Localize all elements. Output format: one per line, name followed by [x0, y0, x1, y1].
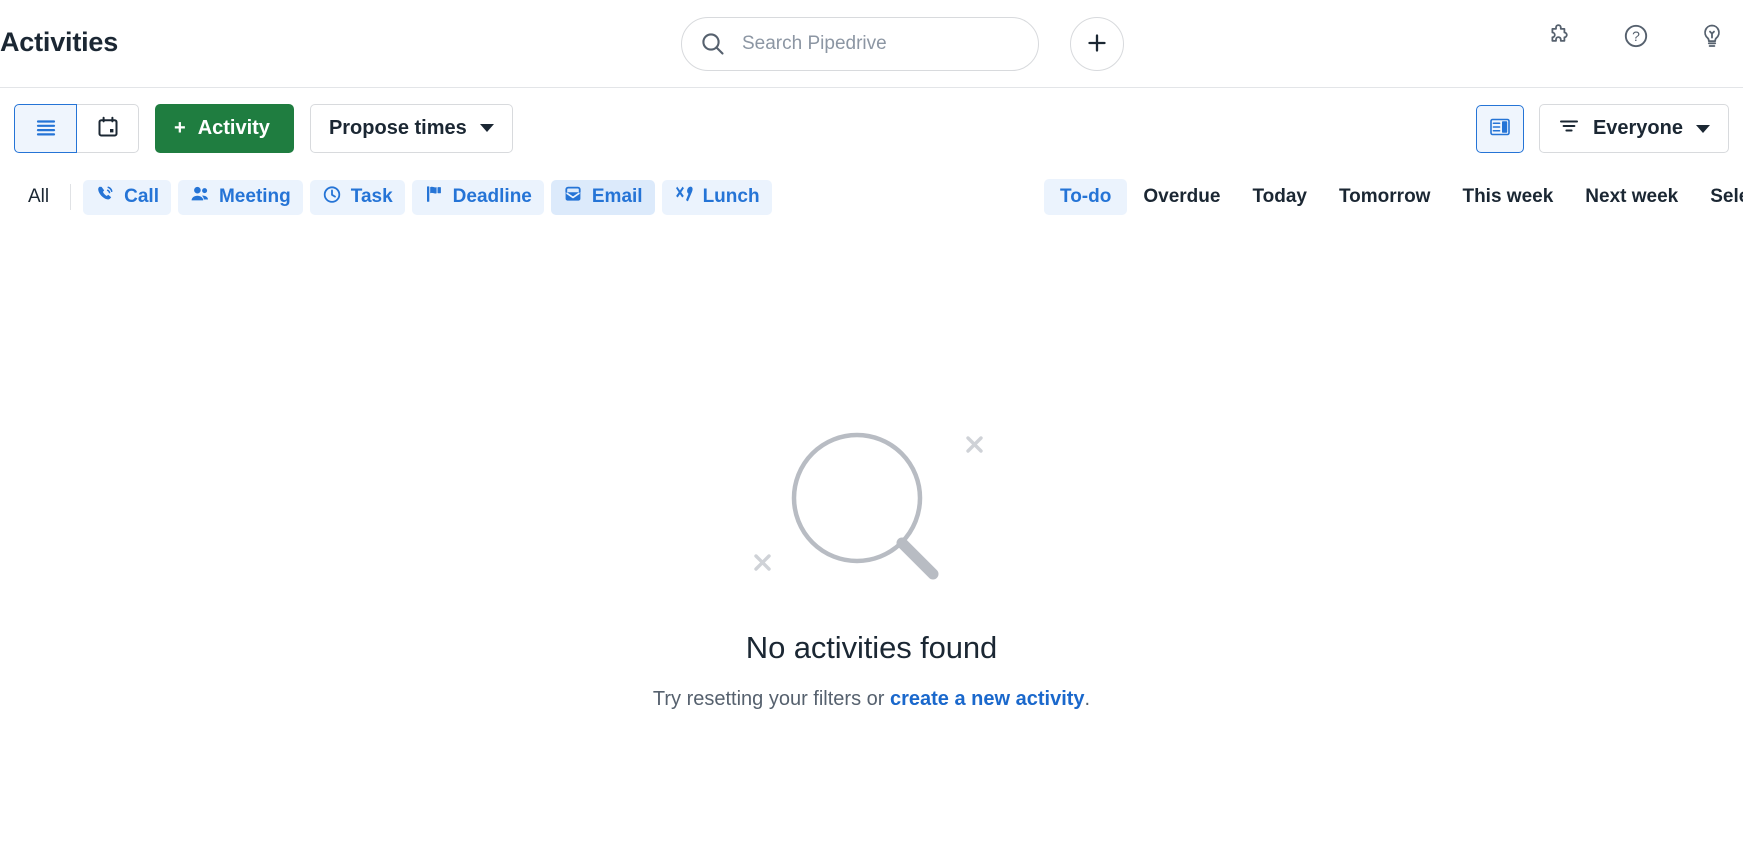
- period-tab-today[interactable]: Today: [1236, 179, 1323, 215]
- add-activity-plus: +: [174, 116, 186, 139]
- search-icon: [700, 31, 726, 57]
- add-activity-label: Activity: [197, 116, 270, 139]
- toolbar: + Activity Propose times Everyone: [0, 88, 1743, 168]
- svg-text:?: ?: [1632, 28, 1640, 44]
- period-tab-this-week[interactable]: This week: [1446, 179, 1569, 215]
- filter-icon: [1558, 115, 1580, 143]
- flag-icon: [424, 184, 444, 210]
- marketplace-button[interactable]: [1543, 20, 1577, 54]
- calendar-icon: [96, 115, 120, 142]
- filter-meeting-label: Meeting: [218, 186, 291, 207]
- lightbulb-icon: [1697, 21, 1727, 54]
- filter-all[interactable]: All: [14, 186, 63, 208]
- period-tab-next-week[interactable]: Next week: [1569, 179, 1694, 215]
- period-tab-overdue[interactable]: Overdue: [1127, 179, 1236, 215]
- details-panel-toggle[interactable]: [1475, 104, 1524, 153]
- envelope-icon: [563, 184, 583, 210]
- period-filter-tabs: To-do Overdue Today Tomorrow This week N…: [1044, 179, 1743, 215]
- activity-type-filters: All Call Meeting Task Deadline Email Lun…: [14, 179, 772, 215]
- chevron-down-icon: [479, 124, 494, 132]
- list-icon: [34, 115, 58, 142]
- filter-task[interactable]: Task: [309, 179, 405, 215]
- list-view-button[interactable]: [14, 103, 77, 153]
- filter-lunch[interactable]: Lunch: [661, 179, 772, 215]
- magnifying-glass-icon: [732, 416, 1012, 606]
- filter-task-label: Task: [350, 186, 393, 207]
- activities-content: No activities found Try resetting your f…: [0, 226, 1743, 846]
- filter-deadline[interactable]: Deadline: [411, 179, 544, 215]
- cutlery-icon: [674, 184, 694, 210]
- top-bar: Activities Search Pipedrive ?: [0, 0, 1743, 88]
- type-chip-list: Call Meeting Task Deadline Email Lunch: [83, 179, 772, 215]
- period-tab-to-do[interactable]: To-do: [1044, 179, 1128, 215]
- user-filter-label: Everyone: [1592, 117, 1683, 139]
- quick-add-button[interactable]: [1070, 17, 1124, 71]
- page-title: Activities: [0, 27, 119, 57]
- search-input[interactable]: [740, 32, 1020, 56]
- filter-email-label: Email: [591, 186, 643, 207]
- help-button[interactable]: ?: [1619, 20, 1653, 54]
- empty-state-title: No activities found: [745, 630, 998, 665]
- clock-icon: [322, 184, 342, 210]
- user-filter-button[interactable]: Everyone: [1538, 104, 1729, 153]
- propose-times-label: Propose times: [328, 116, 467, 139]
- tips-button[interactable]: [1695, 20, 1729, 54]
- phone-icon: [95, 184, 115, 210]
- plus-icon: [1085, 31, 1109, 58]
- filter-lunch-label: Lunch: [702, 186, 760, 207]
- empty-state-subtitle-suffix: .: [1084, 688, 1091, 710]
- period-tab-tomorrow[interactable]: Tomorrow: [1323, 179, 1446, 215]
- add-activity-button[interactable]: + Activity: [155, 103, 294, 153]
- toolbar-right-group: Everyone: [1475, 104, 1729, 153]
- empty-state-subtitle: Try resetting your filters or create a n…: [653, 688, 1090, 711]
- toolbar-left-group: + Activity Propose times: [14, 103, 513, 153]
- filter-email[interactable]: Email: [550, 179, 655, 215]
- propose-times-button[interactable]: Propose times: [309, 103, 513, 153]
- chevron-down-icon: [1696, 124, 1710, 133]
- period-tab-select-period[interactable]: Select p: [1694, 179, 1743, 215]
- filter-call[interactable]: Call: [83, 179, 171, 215]
- people-icon: [190, 184, 210, 210]
- filter-meeting[interactable]: Meeting: [177, 179, 303, 215]
- empty-state: No activities found Try resetting your f…: [0, 416, 1743, 711]
- filter-divider: [70, 184, 72, 210]
- view-toggle-group: [14, 103, 139, 153]
- help-icon: ?: [1621, 21, 1651, 54]
- filter-bar: All Call Meeting Task Deadline Email Lun…: [0, 168, 1743, 226]
- panel-icon: [1489, 116, 1511, 141]
- empty-state-subtitle-prefix: Try resetting your filters or: [652, 688, 890, 710]
- puzzle-icon: [1545, 21, 1575, 54]
- filter-deadline-label: Deadline: [452, 186, 532, 207]
- filter-call-label: Call: [124, 186, 159, 207]
- search-box[interactable]: [681, 17, 1039, 71]
- top-bar-actions: ?: [1543, 20, 1729, 54]
- create-new-activity-link[interactable]: create a new activity: [890, 688, 1085, 710]
- calendar-view-button[interactable]: [76, 103, 139, 153]
